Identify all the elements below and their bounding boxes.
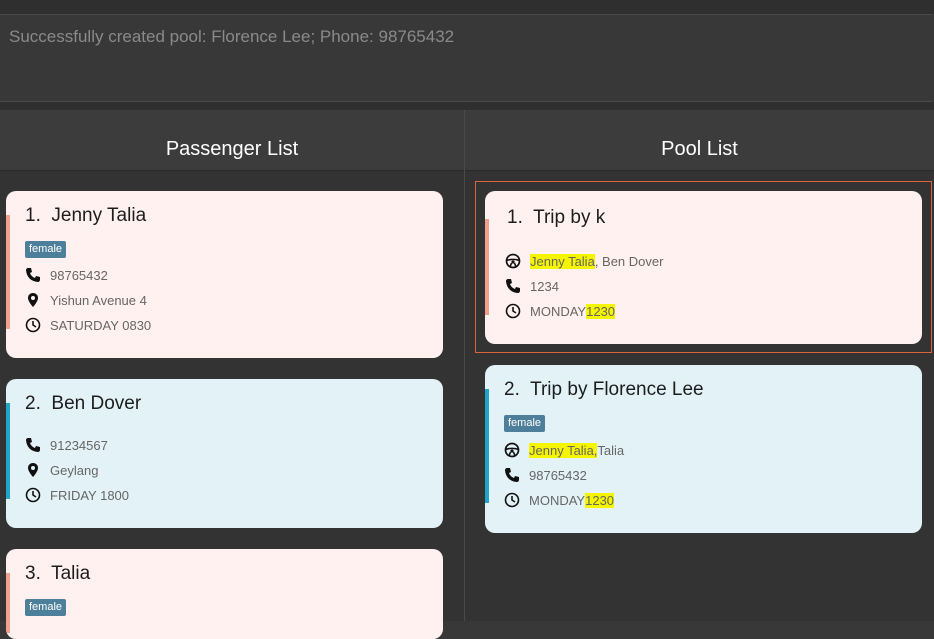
time-row: MONDAY 1230 xyxy=(505,303,616,319)
passenger-name: 3. Talia xyxy=(25,563,91,584)
passenger-list-header: Passenger List xyxy=(0,110,464,171)
split-divider[interactable] xyxy=(0,102,934,110)
pool-time-highlight: 1230 xyxy=(586,303,616,319)
result-message: Successfully created pool: Florence Lee;… xyxy=(9,27,455,46)
address-row: Geylang xyxy=(25,462,98,478)
pool-driver-highlight: Jenny Talia, xyxy=(529,442,598,458)
pool-title: 1. Trip by k xyxy=(507,207,606,228)
pool-card[interactable]: 2. Trip by Florence Lee female Jenny Tal… xyxy=(485,365,922,533)
gender-tag: female xyxy=(25,241,67,258)
location-pin-icon xyxy=(25,462,41,478)
pool-card[interactable]: 1. Trip by k Jenny Talia, Ben Dover 1234… xyxy=(485,191,922,344)
passenger-list-title: Passenger List xyxy=(165,137,299,160)
card-stripe xyxy=(485,219,489,315)
passenger-card[interactable]: 1. Jenny Talia female 98765432 Yishun Av… xyxy=(6,191,443,358)
card-stripe xyxy=(6,215,10,329)
card-stripe xyxy=(485,389,489,503)
phone-icon xyxy=(504,467,520,483)
clock-icon xyxy=(505,303,521,319)
location-pin-icon xyxy=(25,292,41,308)
card-stripe xyxy=(6,403,10,499)
time-row: FRIDAY 1800 xyxy=(25,487,129,503)
card-stripe xyxy=(6,573,10,633)
result-display: Successfully created pool: Florence Lee;… xyxy=(0,14,932,102)
phone-row: 98765432 xyxy=(504,467,587,483)
passenger-list-panel: Passenger List xyxy=(0,110,464,621)
passenger-card[interactable]: 2. Ben Dover 91234567 Geylang FRIDAY 180… xyxy=(6,379,443,528)
pool-time-highlight: 1230 xyxy=(585,492,615,508)
pool-list-title: Pool List xyxy=(661,137,738,160)
gender-tag: female xyxy=(504,415,546,432)
window-top-band xyxy=(0,0,934,14)
steering-wheel-icon xyxy=(505,253,521,269)
passenger-card[interactable]: 3. Talia female xyxy=(6,549,443,639)
pool-list-header: Pool List xyxy=(465,110,934,171)
steering-wheel-icon xyxy=(504,442,520,458)
clock-icon xyxy=(25,487,41,503)
clock-icon xyxy=(504,492,520,508)
pool-title: 2. Trip by Florence Lee xyxy=(504,379,704,400)
address-row: Yishun Avenue 4 xyxy=(25,292,147,308)
pool-passengers-row: Jenny Talia, Ben Dover xyxy=(505,253,663,269)
passenger-name: 1. Jenny Talia xyxy=(25,205,147,226)
time-row: MONDAY 1230 xyxy=(504,492,615,508)
phone-row: 98765432 xyxy=(25,267,108,283)
gender-tag: female xyxy=(25,599,67,616)
passenger-name: 2. Ben Dover xyxy=(25,393,142,414)
pool-driver-highlight: Jenny Talia xyxy=(530,253,595,269)
phone-icon xyxy=(505,278,521,294)
phone-icon xyxy=(25,437,41,453)
phone-row: 91234567 xyxy=(25,437,108,453)
time-row: SATURDAY 0830 xyxy=(25,317,151,333)
phone-icon xyxy=(25,267,41,283)
clock-icon xyxy=(25,317,41,333)
phone-row: 1234 xyxy=(505,278,559,294)
pool-passengers-row: Jenny Talia, Talia xyxy=(504,442,624,458)
